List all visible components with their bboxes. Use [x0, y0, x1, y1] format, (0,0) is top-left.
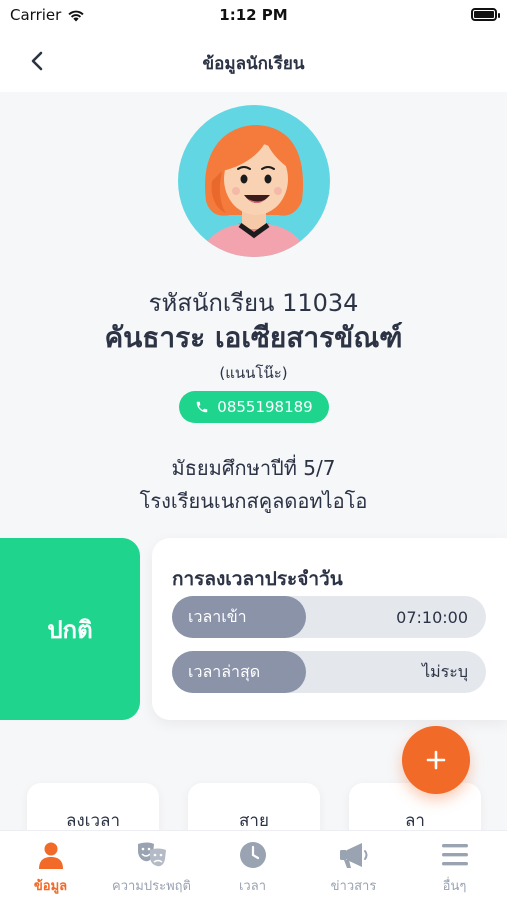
student-avatar	[178, 105, 330, 257]
latest-time-row: เวลาล่าสุด ไม่ระบุ	[172, 651, 486, 693]
megaphone-icon	[338, 839, 370, 871]
latest-time-label: เวลาล่าสุด	[172, 651, 306, 693]
tab-more[interactable]: อื่นๆ	[404, 831, 505, 901]
student-nickname: (แนนโน๊ะ)	[219, 364, 288, 382]
tab-behavior-label: ความประพฤติ	[112, 879, 191, 894]
tab-bar: ข้อมูล ความประพฤติ เวลา ข่าวสาร อื่นๆ	[0, 830, 507, 901]
student-grade: มัธยมศึกษาปีที่ 5/7	[171, 456, 336, 480]
theater-masks-icon	[136, 839, 168, 871]
school-name: โรงเรียนเนกสคูลดอทไอโอ	[139, 489, 368, 513]
tab-behavior[interactable]: ความประพฤติ	[101, 831, 202, 901]
daily-attendance-title: การลงเวลาประจำวัน	[172, 568, 343, 590]
attendance-status-card: ปกติ	[0, 538, 140, 720]
tab-news[interactable]: ข่าวสาร	[303, 831, 404, 901]
status-bar: Carrier 1:12 PM	[0, 0, 507, 30]
tab-info-label: ข้อมูล	[33, 879, 68, 894]
add-button[interactable]	[402, 726, 470, 794]
tab-more-label: อื่นๆ	[442, 879, 467, 894]
check-in-value: 07:10:00	[396, 607, 468, 627]
tab-news-label: ข่าวสาร	[330, 879, 377, 894]
clock-icon	[237, 839, 269, 871]
page-title: ข้อมูลนักเรียน	[202, 54, 305, 74]
check-in-row: เวลาเข้า 07:10:00	[172, 596, 486, 638]
check-in-label: เวลาเข้า	[172, 596, 306, 638]
menu-icon	[439, 839, 471, 871]
phone-button[interactable]: 0855198189	[179, 391, 329, 423]
tab-time-label: เวลา	[238, 879, 266, 894]
student-name: คันธาระ เอเซียสารขัณฑ์	[104, 321, 403, 354]
plus-icon	[426, 750, 446, 770]
clock-time: 1:12 PM	[219, 6, 288, 24]
tab-time[interactable]: เวลา	[202, 831, 303, 901]
phone-icon	[197, 401, 208, 413]
phone-number: 0855198189	[217, 398, 313, 416]
tab-info[interactable]: ข้อมูล	[0, 831, 101, 901]
attendance-status-label: ปกติ	[47, 615, 93, 644]
daily-attendance-card: การลงเวลาประจำวัน เวลาเข้า 07:10:00 เวลา…	[152, 538, 507, 720]
navigation-bar: ข้อมูลนักเรียน	[0, 30, 507, 92]
latest-time-value: ไม่ระบุ	[422, 661, 468, 681]
battery-icon	[471, 8, 500, 21]
person-icon	[35, 839, 67, 871]
